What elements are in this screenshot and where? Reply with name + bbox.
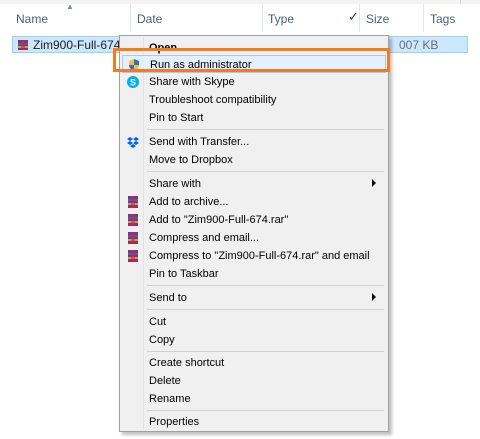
menu-separator <box>147 309 384 310</box>
dropbox-icon <box>127 137 139 148</box>
menu-item-copy[interactable]: Copy <box>122 331 386 349</box>
context-menu: Open Run as administrator S Share with S… <box>119 35 389 432</box>
column-date[interactable]: Date <box>137 12 162 26</box>
file-name: Zim900-Full-674 <box>33 38 121 52</box>
menu-item-label: Share with Skype <box>149 76 235 88</box>
menu-item-label: Run as administrator <box>150 59 252 71</box>
menu-item-compress-and-email[interactable]: Compress and email... <box>122 229 386 247</box>
submenu-arrow-icon <box>372 293 376 301</box>
submenu-arrow-icon <box>372 179 376 187</box>
menu-item-label: Cut <box>149 316 167 328</box>
menu-item-label: Copy <box>149 334 175 346</box>
menu-separator <box>147 129 384 130</box>
menu-item-label: Rename <box>149 393 191 405</box>
file-size: 007 KB <box>399 38 439 52</box>
menu-item-create-shortcut[interactable]: Create shortcut <box>122 354 386 372</box>
menu-item-compress-rar-and-email[interactable]: Compress to "Zim900-Full-674.rar" and em… <box>122 247 386 265</box>
column-divider[interactable] <box>130 4 131 32</box>
menu-item-share-with-skype[interactable]: S Share with Skype <box>122 73 386 91</box>
column-divider[interactable] <box>423 4 424 32</box>
menu-item-run-as-administrator[interactable]: Run as administrator <box>122 55 386 73</box>
column-tags[interactable]: Tags <box>430 12 455 26</box>
menu-item-move-to-dropbox[interactable]: Move to Dropbox <box>122 151 386 169</box>
menu-item-label: Compress to "Zim900-Full-674.rar" and em… <box>149 250 370 262</box>
menu-separator <box>147 410 384 411</box>
menu-item-label: Delete <box>149 375 181 387</box>
uac-shield-icon <box>129 59 139 71</box>
menu-item-label: Pin to Taskbar <box>149 268 219 280</box>
menu-item-label: Create shortcut <box>149 357 225 369</box>
menu-item-troubleshoot-compatibility[interactable]: Troubleshoot compatibility <box>122 91 386 109</box>
column-name[interactable]: Name <box>16 12 48 26</box>
menu-item-label: Troubleshoot compatibility <box>149 94 277 106</box>
menu-item-send-to[interactable]: Send to <box>122 289 386 307</box>
column-divider[interactable] <box>262 4 263 32</box>
winrar-icon <box>128 196 138 208</box>
column-divider[interactable] <box>359 4 360 32</box>
menu-item-pin-to-taskbar[interactable]: Pin to Taskbar <box>122 265 386 283</box>
menu-item-label: Compress and email... <box>149 232 260 244</box>
sort-ascending-icon: ▲ <box>66 2 74 11</box>
menu-item-label: Move to Dropbox <box>149 154 233 166</box>
menu-item-cut[interactable]: Cut <box>122 313 386 331</box>
menu-item-label: Add to archive... <box>149 196 229 208</box>
winrar-archive-icon <box>18 40 28 50</box>
winrar-icon <box>128 232 138 244</box>
menu-item-share-with[interactable]: Share with <box>122 175 386 193</box>
svg-text:S: S <box>130 78 136 88</box>
menu-item-label: Add to "Zim900-Full-674.rar" <box>149 214 289 226</box>
menu-item-label: Pin to Start <box>149 112 204 124</box>
menu-item-add-to-archive[interactable]: Add to archive... <box>122 193 386 211</box>
skype-icon: S <box>127 76 139 88</box>
menu-item-pin-to-start[interactable]: Pin to Start <box>122 109 386 127</box>
menu-separator <box>147 171 384 172</box>
menu-separator <box>147 285 384 286</box>
menu-item-label: Send to <box>149 292 187 304</box>
menu-item-label: Open <box>149 42 178 54</box>
winrar-icon <box>128 214 138 226</box>
menu-item-rename[interactable]: Rename <box>122 390 386 408</box>
column-header: ▲ Name Date Type ✓ Size Tags <box>0 0 480 36</box>
column-type[interactable]: Type <box>268 12 294 26</box>
checkmark-icon: ✓ <box>348 9 359 24</box>
menu-item-add-to-rar[interactable]: Add to "Zim900-Full-674.rar" <box>122 211 386 229</box>
menu-item-properties[interactable]: Properties <box>122 413 386 431</box>
menu-item-delete[interactable]: Delete <box>122 372 386 390</box>
menu-item-send-with-transfer[interactable]: Send with Transfer... <box>122 133 386 151</box>
winrar-icon <box>128 250 138 262</box>
column-size[interactable]: Size <box>366 12 389 26</box>
menu-item-label: Properties <box>149 416 200 428</box>
menu-item-label: Share with <box>149 178 201 190</box>
menu-separator <box>147 351 384 352</box>
menu-item-label: Send with Transfer... <box>149 136 250 148</box>
